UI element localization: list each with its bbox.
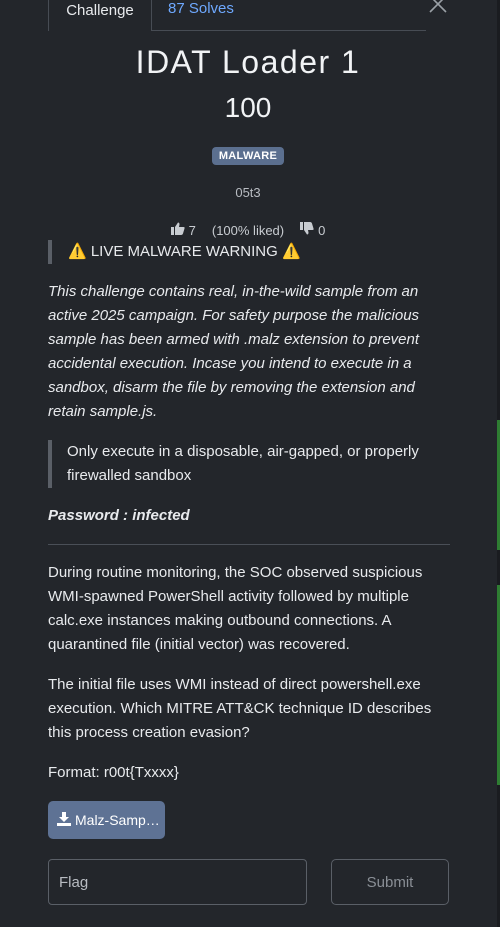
flag-input[interactable] — [48, 859, 307, 905]
challenge-value: 100 — [224, 92, 272, 123]
challenge-tabs: Challenge 87 Solves — [48, 0, 426, 31]
download-icon — [57, 811, 71, 829]
challenge-author: 05t3 — [235, 185, 261, 200]
liked-percent: (100% liked) — [211, 222, 285, 238]
challenge-title: IDAT Loader 1 — [135, 44, 361, 80]
tab-challenge-label: Challenge — [66, 1, 134, 19]
thumbs-down-icon[interactable] — [300, 222, 314, 238]
tab-solves-label: 87 Solves — [168, 0, 234, 17]
sandbox-quote: Only execute in a disposable, air-gapped… — [48, 440, 450, 488]
scenario-paragraph: During routine monitoring, the SOC obser… — [48, 564, 423, 653]
password-note: Password : infected — [48, 507, 190, 524]
dislikes-count: 0 — [318, 222, 326, 238]
thumbs-up-icon[interactable] — [170, 222, 185, 238]
rating-row: 7 (100% liked) 0 — [0, 222, 496, 238]
tab-challenge[interactable]: Challenge — [48, 0, 152, 31]
flag-format: Format: r00t{Txxxx} — [48, 764, 179, 781]
likes-count: 7 — [188, 222, 196, 238]
close-icon[interactable] — [428, 0, 448, 14]
tab-solves[interactable]: 87 Solves — [168, 0, 234, 20]
question-paragraph: The initial file uses WMI instead of dir… — [48, 676, 432, 741]
intro-paragraph: This challenge contains real, in-the-wil… — [48, 283, 420, 420]
divider — [48, 544, 450, 545]
download-file-label: Malz-Samp… — [75, 812, 160, 828]
download-file-button[interactable]: Malz-Samp… — [48, 801, 165, 839]
submit-button[interactable]: Submit — [331, 859, 449, 905]
malware-warning: ⚠️ LIVE MALWARE WARNING ⚠️ — [48, 240, 450, 264]
category-badge: MALWARE — [211, 147, 285, 165]
